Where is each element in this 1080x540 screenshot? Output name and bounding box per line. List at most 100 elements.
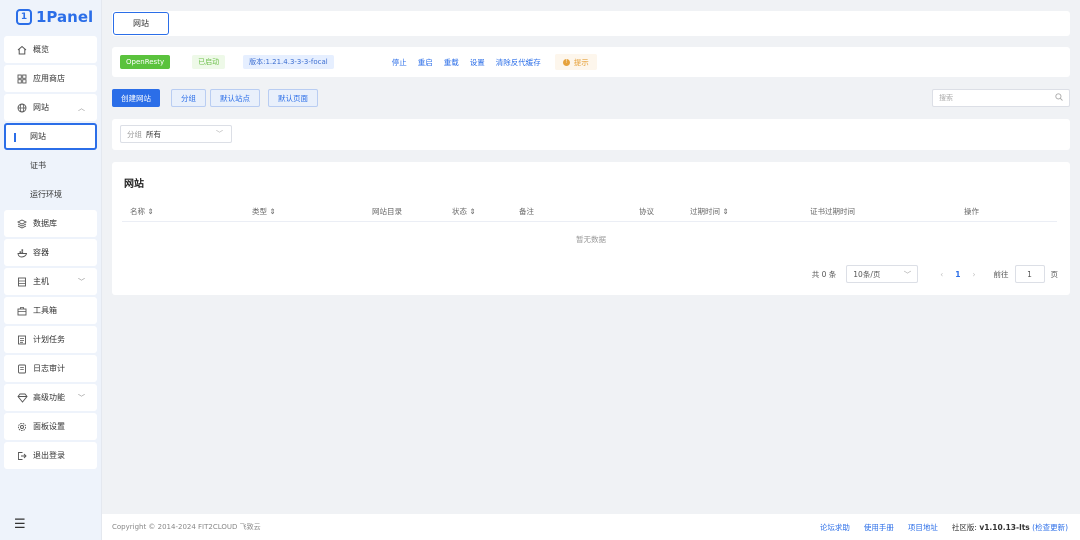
sidebar-item-advanced[interactable]: 高级功能 ﹀ xyxy=(4,384,97,411)
sidebar-item-label: 主机 xyxy=(33,277,49,286)
diamond-icon xyxy=(16,392,28,404)
column-status[interactable]: 状态 ⇕ xyxy=(452,206,476,217)
goto-label: 前往 xyxy=(993,269,1009,279)
sidebar-item-website-group[interactable]: 网站 ︿ xyxy=(4,94,97,121)
empty-state: 暂无数据 xyxy=(576,235,606,244)
stop-button[interactable]: 停止 xyxy=(392,57,407,68)
version-badge: 版本:1.21.4.3-3-3-focal xyxy=(243,55,334,69)
project-link[interactable]: 项目地址 xyxy=(908,522,938,533)
page-unit-label: 页 xyxy=(1050,269,1059,279)
column-actions: 操作 xyxy=(964,207,979,216)
logo[interactable]: 1 1Panel xyxy=(0,0,101,34)
docker-icon xyxy=(16,247,28,259)
check-update-link[interactable]: (检查更新) xyxy=(1032,523,1068,532)
tab-website[interactable]: 网站 xyxy=(113,12,169,35)
sidebar-item-cron[interactable]: 计划任务 xyxy=(4,326,97,353)
logo-text: 1Panel xyxy=(36,8,94,26)
sidebar-item-label: 网站 xyxy=(33,103,49,112)
grid-icon xyxy=(16,73,28,85)
sidebar-item-label: 运行环境 xyxy=(30,190,62,199)
settings-button[interactable]: 设置 xyxy=(470,57,485,68)
sidebar-item-app-store[interactable]: 应用商店 xyxy=(4,65,97,92)
chevron-down-icon: ﹀ xyxy=(78,277,85,286)
total-count: 共 0 条 xyxy=(811,269,837,279)
column-protocol: 协议 xyxy=(639,207,654,216)
create-website-button[interactable]: 创建网站 xyxy=(112,89,160,107)
column-cert-expire: 证书过期时间 xyxy=(810,207,855,216)
logout-icon xyxy=(16,450,28,462)
default-page-button[interactable]: 默认页面 xyxy=(268,89,318,107)
footer-links: 论坛求助 使用手册 项目地址 社区版: v1.10.13-lts (检查更新) xyxy=(820,522,1068,533)
next-page-icon[interactable]: › xyxy=(973,270,976,279)
info-icon: ! xyxy=(562,58,570,66)
chevron-down-icon: ﹀ xyxy=(78,393,85,402)
sidebar-item-host[interactable]: 主机 ﹀ xyxy=(4,268,97,295)
version-info: 社区版: v1.10.13-lts (检查更新) xyxy=(952,522,1068,533)
sidebar-item-certificate[interactable]: 证书 xyxy=(4,152,97,179)
website-table-card: 网站 名称 ⇕ 类型 ⇕ 网站目录 状态 ⇕ 备注 协议 过期时间 ⇕ 证书过期… xyxy=(112,162,1070,295)
sidebar: 1 1Panel 概览 应用商店 网站 ︿ 网站 证书 运行环境 数据库 容器 … xyxy=(0,0,102,540)
chevron-down-icon: ﹀ xyxy=(216,130,223,138)
sidebar-item-overview[interactable]: 概览 xyxy=(4,36,97,63)
sidebar-item-label: 数据库 xyxy=(33,219,57,228)
forum-link[interactable]: 论坛求助 xyxy=(820,522,850,533)
sidebar-item-container[interactable]: 容器 xyxy=(4,239,97,266)
tip-label: 提示 xyxy=(573,57,589,67)
chevron-down-icon: ﹀ xyxy=(903,269,912,279)
filter-bar: 分组 所有 ﹀ xyxy=(112,119,1070,150)
sidebar-item-label: 面板设置 xyxy=(33,422,65,431)
status-badge: 已启动 xyxy=(192,55,226,69)
table-header: 名称 ⇕ 类型 ⇕ 网站目录 状态 ⇕ 备注 协议 过期时间 ⇕ 证书过期时间 … xyxy=(122,200,1057,222)
sidebar-item-logout[interactable]: 退出登录 xyxy=(4,442,97,469)
reload-button[interactable]: 重载 xyxy=(444,57,459,68)
tip-button[interactable]: ! 提示 xyxy=(554,54,597,70)
sidebar-item-panel-settings[interactable]: 面板设置 xyxy=(4,413,97,440)
search-icon xyxy=(1055,93,1063,103)
page-size-value: 10条/页 xyxy=(853,269,881,279)
tab-bar: 网站 xyxy=(112,11,1070,36)
sidebar-item-toolbox[interactable]: 工具箱 xyxy=(4,297,97,324)
sidebar-item-label: 网站 xyxy=(30,132,46,141)
sidebar-item-label: 证书 xyxy=(30,161,46,170)
group-button[interactable]: 分组 xyxy=(171,89,206,107)
sidebar-item-log-audit[interactable]: 日志审计 xyxy=(4,355,97,382)
sidebar-item-runtime[interactable]: 运行环境 xyxy=(4,181,97,208)
sidebar-item-database[interactable]: 数据库 xyxy=(4,210,97,237)
page-size-select[interactable]: 10条/页 ﹀ xyxy=(846,265,919,283)
table-title: 网站 xyxy=(124,179,144,190)
group-filter-select[interactable]: 分组 所有 ﹀ xyxy=(120,125,232,143)
goto-page-input[interactable]: 1 xyxy=(1014,265,1045,283)
default-site-button[interactable]: 默认站点 xyxy=(210,89,260,107)
layers-icon xyxy=(16,218,28,230)
sidebar-item-label: 计划任务 xyxy=(33,335,65,344)
sidebar-item-label: 概览 xyxy=(33,45,49,54)
column-site-dir: 网站目录 xyxy=(372,207,402,216)
sidebar-item-label: 工具箱 xyxy=(33,306,57,315)
version-number: v1.10.13-lts xyxy=(979,522,1030,532)
column-remark: 备注 xyxy=(519,207,534,216)
sidebar-item-label: 高级功能 xyxy=(33,393,65,402)
sidebar-item-website[interactable]: 网站 xyxy=(4,123,97,150)
column-expire[interactable]: 过期时间 ⇕ xyxy=(690,206,729,217)
manual-link[interactable]: 使用手册 xyxy=(864,522,894,533)
app-name-badge: OpenResty xyxy=(120,55,171,69)
sidebar-item-label: 日志审计 xyxy=(33,364,65,373)
main-content: 网站 OpenResty 已启动 版本:1.21.4.3-3-3-focal 停… xyxy=(102,0,1080,540)
search-input[interactable]: 搜索 xyxy=(932,89,1070,107)
clear-proxy-cache-button[interactable]: 清除反代缓存 xyxy=(496,57,541,68)
column-type[interactable]: 类型 ⇕ xyxy=(252,206,276,217)
home-icon xyxy=(16,44,28,56)
app-actions: 停止 重启 重载 设置 清除反代缓存 xyxy=(392,57,541,68)
current-page[interactable]: 1 xyxy=(955,270,960,279)
copyright: Copyright © 2014-2024 FIT2CLOUD 飞致云 xyxy=(112,523,261,531)
pagination: 共 0 条 10条/页 ﹀ ‹ 1 › 前往 1 页 xyxy=(812,265,1058,283)
group-filter-value: 所有 xyxy=(146,129,161,139)
column-name[interactable]: 名称 ⇕ xyxy=(130,206,154,217)
menu-toggle-icon[interactable]: ☰ xyxy=(14,517,26,532)
sidebar-nav: 概览 应用商店 网站 ︿ 网站 证书 运行环境 数据库 容器 主机 ﹀ 工具箱 … xyxy=(0,36,101,469)
search-placeholder: 搜索 xyxy=(939,94,953,102)
server-icon xyxy=(16,276,28,288)
restart-button[interactable]: 重启 xyxy=(418,57,433,68)
sidebar-item-label: 退出登录 xyxy=(33,451,65,460)
prev-page-icon[interactable]: ‹ xyxy=(940,270,943,279)
